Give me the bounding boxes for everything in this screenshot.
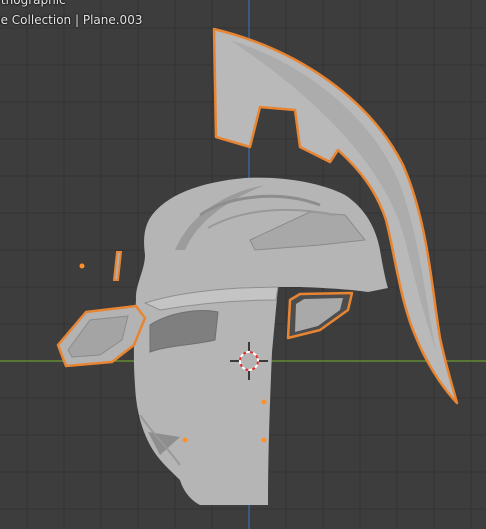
origin-dot[interactable]: [261, 437, 267, 443]
origin-dot[interactable]: [261, 399, 267, 405]
small-fragment-mesh[interactable]: [112, 251, 123, 281]
origin-dot[interactable]: [182, 437, 188, 443]
3d-viewport[interactable]: rthographic ne Collection | Plane.003: [0, 0, 486, 529]
origin-dot[interactable]: [79, 263, 85, 269]
collection-object-label: ne Collection | Plane.003: [0, 13, 143, 27]
view-mode-label: rthographic: [0, 0, 66, 7]
viewport-canvas[interactable]: [0, 0, 486, 529]
